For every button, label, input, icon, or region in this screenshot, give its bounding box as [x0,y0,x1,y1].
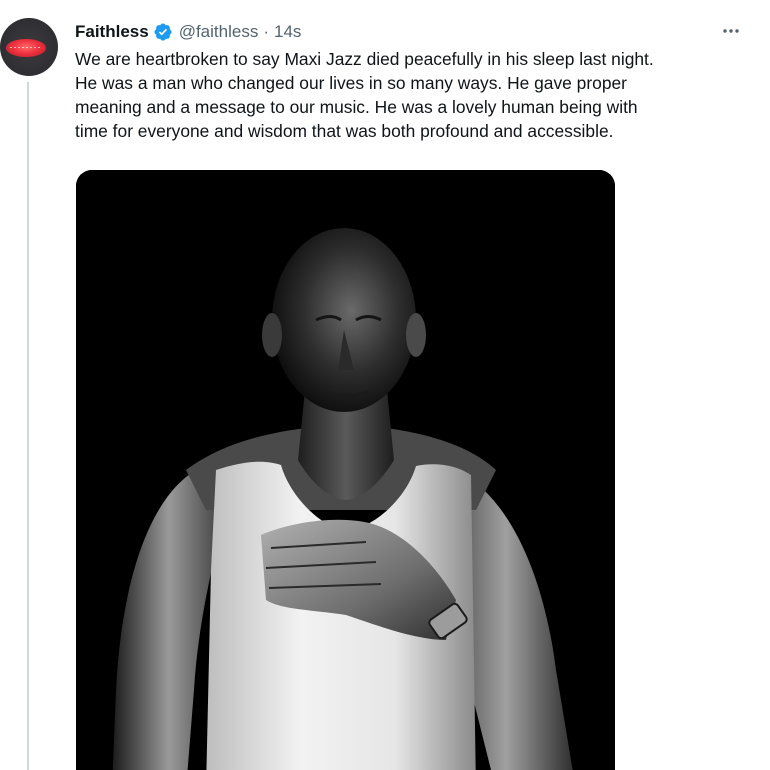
separator-dot: · [263,22,269,41]
black-and-white-portrait [76,170,615,770]
tweet-timestamp[interactable]: 14s [274,21,301,43]
tweet-text-line: time for everyone and wisdom that was bo… [75,121,614,141]
tweet-text-line: meaning and a message to our music. He w… [75,97,638,117]
avatar-column [0,0,60,770]
verified-badge-icon [153,22,173,42]
more-options-button[interactable] [718,18,744,44]
tweet-photo[interactable] [76,170,615,770]
red-vinyl-record-logo [6,39,46,57]
tweet: Faithless @faithless · 14s We are heartb… [0,0,770,770]
tweet-header: Faithless @faithless · 14s [75,20,301,44]
avatar[interactable] [0,18,58,76]
tweet-text-line: He was a man who changed our lives in so… [75,73,627,93]
thread-line [27,82,29,770]
tweet-text: We are heartbroken to say Maxi Jazz died… [75,47,745,143]
author-display-name[interactable]: Faithless [75,21,149,43]
author-handle[interactable]: @faithless [179,21,259,43]
tweet-text-line: We are heartbroken to say Maxi Jazz died… [75,49,654,69]
more-horizontal-icon [723,29,739,33]
